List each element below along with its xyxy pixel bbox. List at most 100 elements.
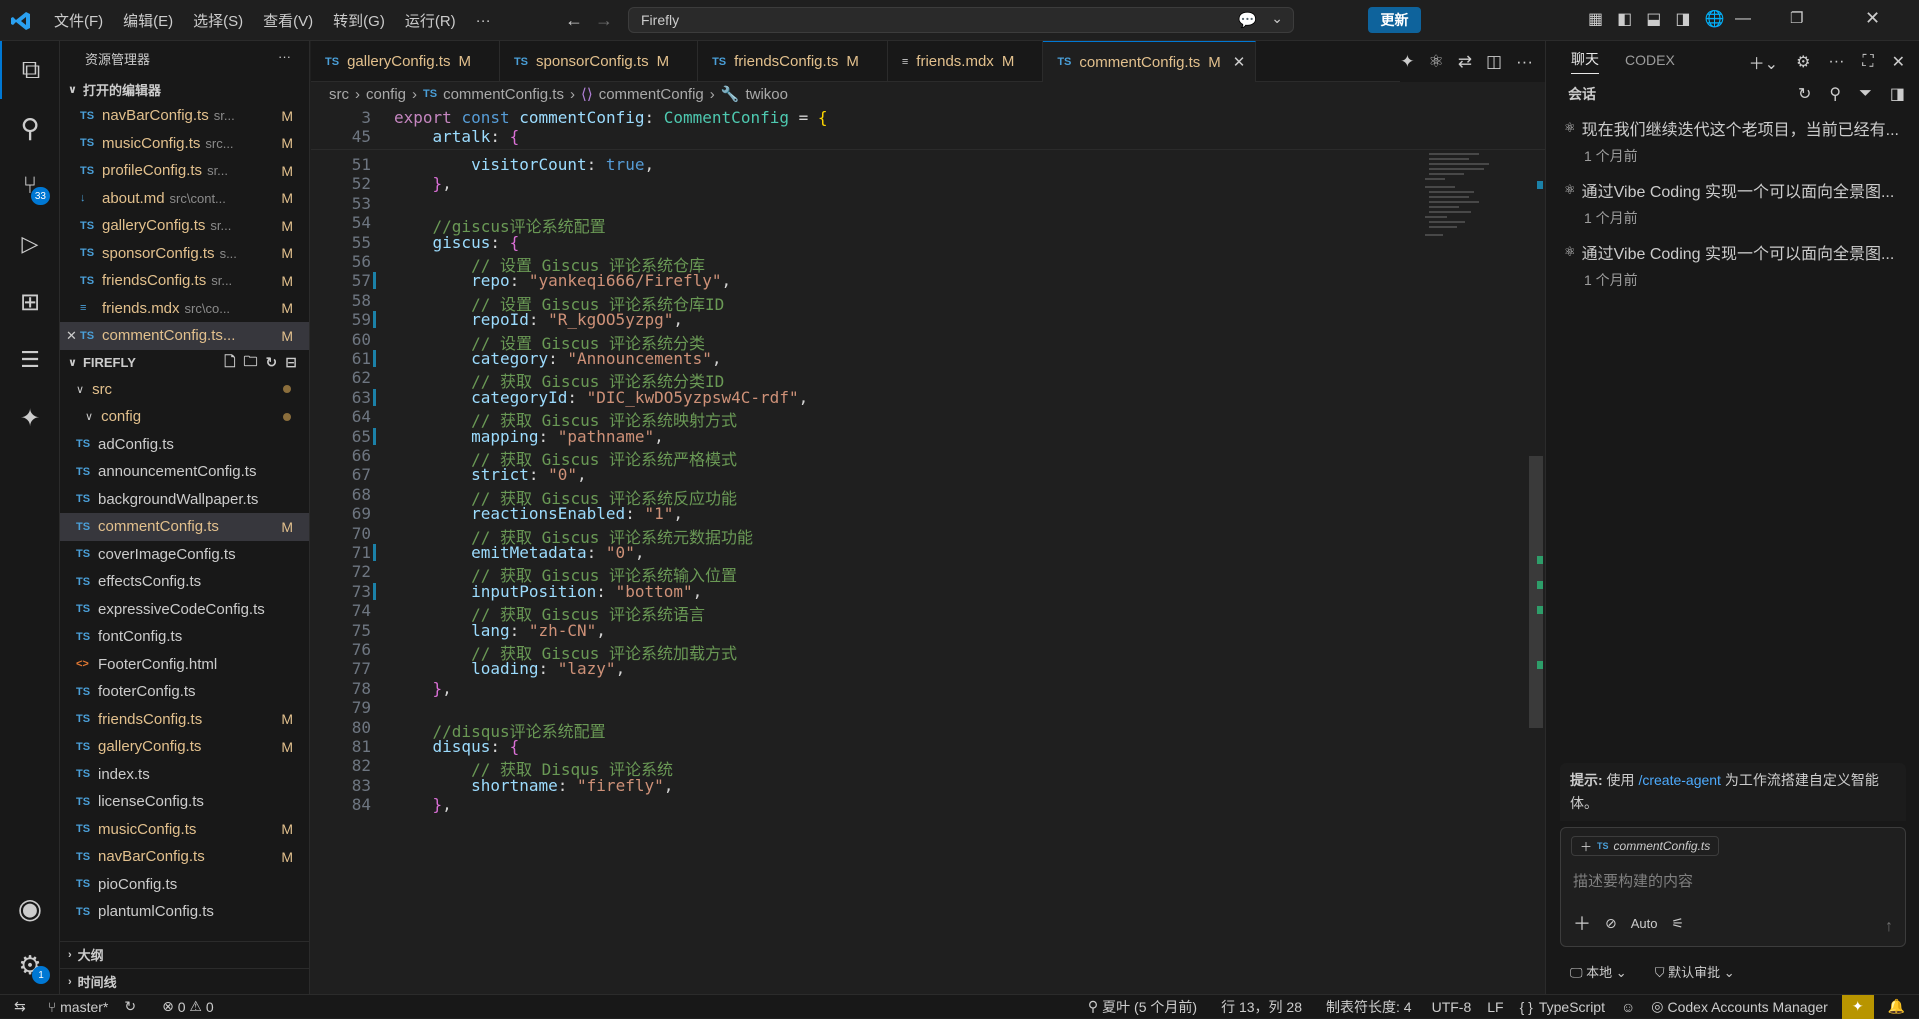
close-tab-icon[interactable]: ✕: [1233, 53, 1246, 71]
sparkle-icon[interactable]: ✦: [1400, 52, 1414, 72]
editor-tab[interactable]: TS commentConfig.ts M ✕: [1043, 41, 1257, 82]
code-line[interactable]: strict: "0",: [394, 465, 587, 484]
back-arrow-icon[interactable]: ←: [565, 10, 583, 31]
toggle-sidebar-icon[interactable]: ◧: [1617, 9, 1632, 29]
more-actions-icon[interactable]: ···: [278, 49, 291, 64]
tab-size[interactable]: 制表符长度: 4: [1318, 997, 1420, 1017]
new-chat-icon[interactable]: ＋⌄: [1749, 50, 1778, 74]
tip-link[interactable]: /create-agent: [1638, 772, 1721, 788]
open-editor-item[interactable]: ✕ TS commentConfig.ts... M: [60, 322, 309, 350]
language-mode[interactable]: { } TypeScript: [1512, 999, 1613, 1015]
close-icon[interactable]: ✕: [66, 328, 77, 344]
command-center-search[interactable]: Firefly 💬 ⌄: [628, 7, 1294, 33]
remote-indicator[interactable]: ⇆: [0, 998, 40, 1015]
close-window-icon[interactable]: ✕: [1865, 8, 1880, 29]
file-item[interactable]: TS expressiveCodeConfig.ts: [60, 596, 309, 624]
breadcrumb-item[interactable]: twikoo: [745, 86, 788, 103]
file-item[interactable]: <> FooterConfig.html: [60, 651, 309, 679]
code-line[interactable]: },: [394, 795, 452, 814]
globe-icon[interactable]: 🌐: [1705, 9, 1725, 29]
project-section[interactable]: ∨ FIREFLY 🗋 🗀 ↻ ⊟: [60, 350, 309, 376]
run-debug-button[interactable]: ▷: [0, 215, 60, 273]
send-arrow-icon[interactable]: ↑: [1885, 918, 1893, 936]
open-editors-section[interactable]: ∨ 打开的编辑器: [60, 76, 309, 102]
filter-icon[interactable]: ⏷: [1859, 84, 1872, 104]
code-line[interactable]: },: [394, 174, 452, 193]
maximize-icon[interactable]: ⛶: [1862, 50, 1873, 74]
sync-icon[interactable]: ↻: [116, 998, 144, 1015]
chevron-down-icon[interactable]: ⌄: [1271, 10, 1283, 27]
open-editor-item[interactable]: TS profileConfig.ts sr... M: [60, 157, 309, 185]
code-line[interactable]: categoryId: "DIC_kwDO5yzpsw4C-rdf",: [394, 388, 808, 407]
timeline-section[interactable]: › 时间线: [60, 968, 309, 994]
chat-input-placeholder[interactable]: 描述要构建的内容: [1573, 870, 1693, 891]
breadcrumb-item[interactable]: commentConfig.ts: [443, 86, 564, 103]
menu-item[interactable]: ···: [466, 12, 501, 29]
copilot-button[interactable]: ✦: [0, 389, 60, 447]
file-item[interactable]: TS backgroundWallpaper.ts: [60, 486, 309, 514]
file-item[interactable]: TS effectsConfig.ts: [60, 568, 309, 596]
outline-section[interactable]: › 大纲: [60, 941, 309, 967]
code-line[interactable]: lang: "zh-CN",: [394, 621, 606, 640]
toggle-layout-icon[interactable]: ◨: [1890, 84, 1905, 104]
refresh-icon[interactable]: ↻: [1798, 84, 1811, 104]
encoding[interactable]: UTF-8: [1424, 999, 1480, 1015]
tab-chat[interactable]: 聊天: [1571, 49, 1599, 74]
code-line[interactable]: visitorCount: true,: [394, 155, 654, 174]
file-item[interactable]: TS licenseConfig.ts: [60, 788, 309, 816]
code-line[interactable]: },: [394, 679, 452, 698]
collapse-all-icon[interactable]: ⊟: [285, 351, 297, 375]
copilot-button[interactable]: ✦: [1841, 994, 1874, 1019]
menu-item[interactable]: 转到(G): [323, 10, 395, 31]
code-line[interactable]: emitMetadata: "0",: [394, 543, 644, 562]
file-item[interactable]: TS announcementConfig.ts: [60, 458, 309, 486]
code-line[interactable]: inputPosition: "bottom",: [394, 582, 702, 601]
branch-indicator[interactable]: ⑂ master*: [40, 999, 117, 1015]
restore-icon[interactable]: ❐: [1790, 9, 1803, 27]
new-folder-icon[interactable]: 🗀: [244, 351, 258, 375]
tab-codex[interactable]: CODEX: [1625, 52, 1675, 72]
file-item[interactable]: TS navBarConfig.ts M: [60, 843, 309, 871]
menu-item[interactable]: 选择(S): [183, 10, 253, 31]
file-item[interactable]: TS musicConfig.ts M: [60, 816, 309, 844]
source-control-button[interactable]: ⑂ 33: [0, 157, 60, 215]
session-item[interactable]: ⚛ 通过Vibe Coding 实现一个可以面向全景图... 1 个月前: [1546, 172, 1919, 234]
split-editor-icon[interactable]: ◫: [1486, 52, 1502, 72]
folder-config[interactable]: ∨ config: [60, 403, 309, 431]
editor-tab[interactable]: ≡ friends.mdx M: [888, 41, 1044, 82]
menu-item[interactable]: 查看(V): [253, 10, 323, 31]
add-icon[interactable]: ＋: [1573, 910, 1591, 936]
file-item[interactable]: TS fontConfig.ts: [60, 623, 309, 651]
code-line[interactable]: disqus: {: [394, 737, 520, 756]
file-item[interactable]: TS coverImageConfig.ts: [60, 541, 309, 569]
code-line[interactable]: loading: "lazy",: [394, 659, 625, 678]
extensions-button[interactable]: ⊞: [0, 273, 60, 331]
new-file-icon[interactable]: 🗋: [224, 351, 235, 375]
editor-tab[interactable]: TS galleryConfig.ts M: [311, 41, 500, 82]
menu-item[interactable]: 运行(R): [395, 10, 466, 31]
forward-arrow-icon[interactable]: →: [595, 10, 613, 31]
breadcrumb-item[interactable]: commentConfig: [599, 86, 704, 103]
context-chip[interactable]: ＋ TS commentConfig.ts: [1571, 836, 1720, 856]
testing-button[interactable]: ☰: [0, 331, 60, 389]
code-line[interactable]: reactionsEnabled: "1",: [394, 504, 683, 523]
open-editor-item[interactable]: TS friendsConfig.ts sr... M: [60, 267, 309, 295]
settings-sliders-icon[interactable]: ⚟: [1671, 915, 1684, 932]
customize-layout-icon[interactable]: ▦: [1588, 9, 1603, 29]
file-item[interactable]: TS index.ts: [60, 761, 309, 789]
code-line[interactable]: category: "Announcements",: [394, 349, 721, 368]
gear-icon[interactable]: ⚙: [1796, 50, 1810, 74]
local-selector[interactable]: 🖵 本地 ⌄: [1570, 962, 1627, 981]
mode-selector[interactable]: Auto: [1631, 916, 1658, 931]
more-actions-icon[interactable]: ···: [1516, 52, 1533, 72]
folder-src[interactable]: ∨ src: [60, 376, 309, 404]
problems-indicator[interactable]: ⊗ 0 ⚠ 0: [154, 998, 222, 1015]
notifications-icon[interactable]: 🔔: [1874, 998, 1919, 1015]
code-line[interactable]: giscus: {: [394, 233, 520, 252]
file-item[interactable]: TS adConfig.ts: [60, 431, 309, 459]
manage-button[interactable]: ⚙ 1: [0, 936, 60, 994]
breadcrumb-item[interactable]: src: [329, 86, 349, 103]
search-button[interactable]: ⚲: [0, 99, 60, 157]
editor-tab[interactable]: TS sponsorConfig.ts M: [500, 41, 699, 82]
editor-tab[interactable]: TS friendsConfig.ts M: [698, 41, 888, 82]
